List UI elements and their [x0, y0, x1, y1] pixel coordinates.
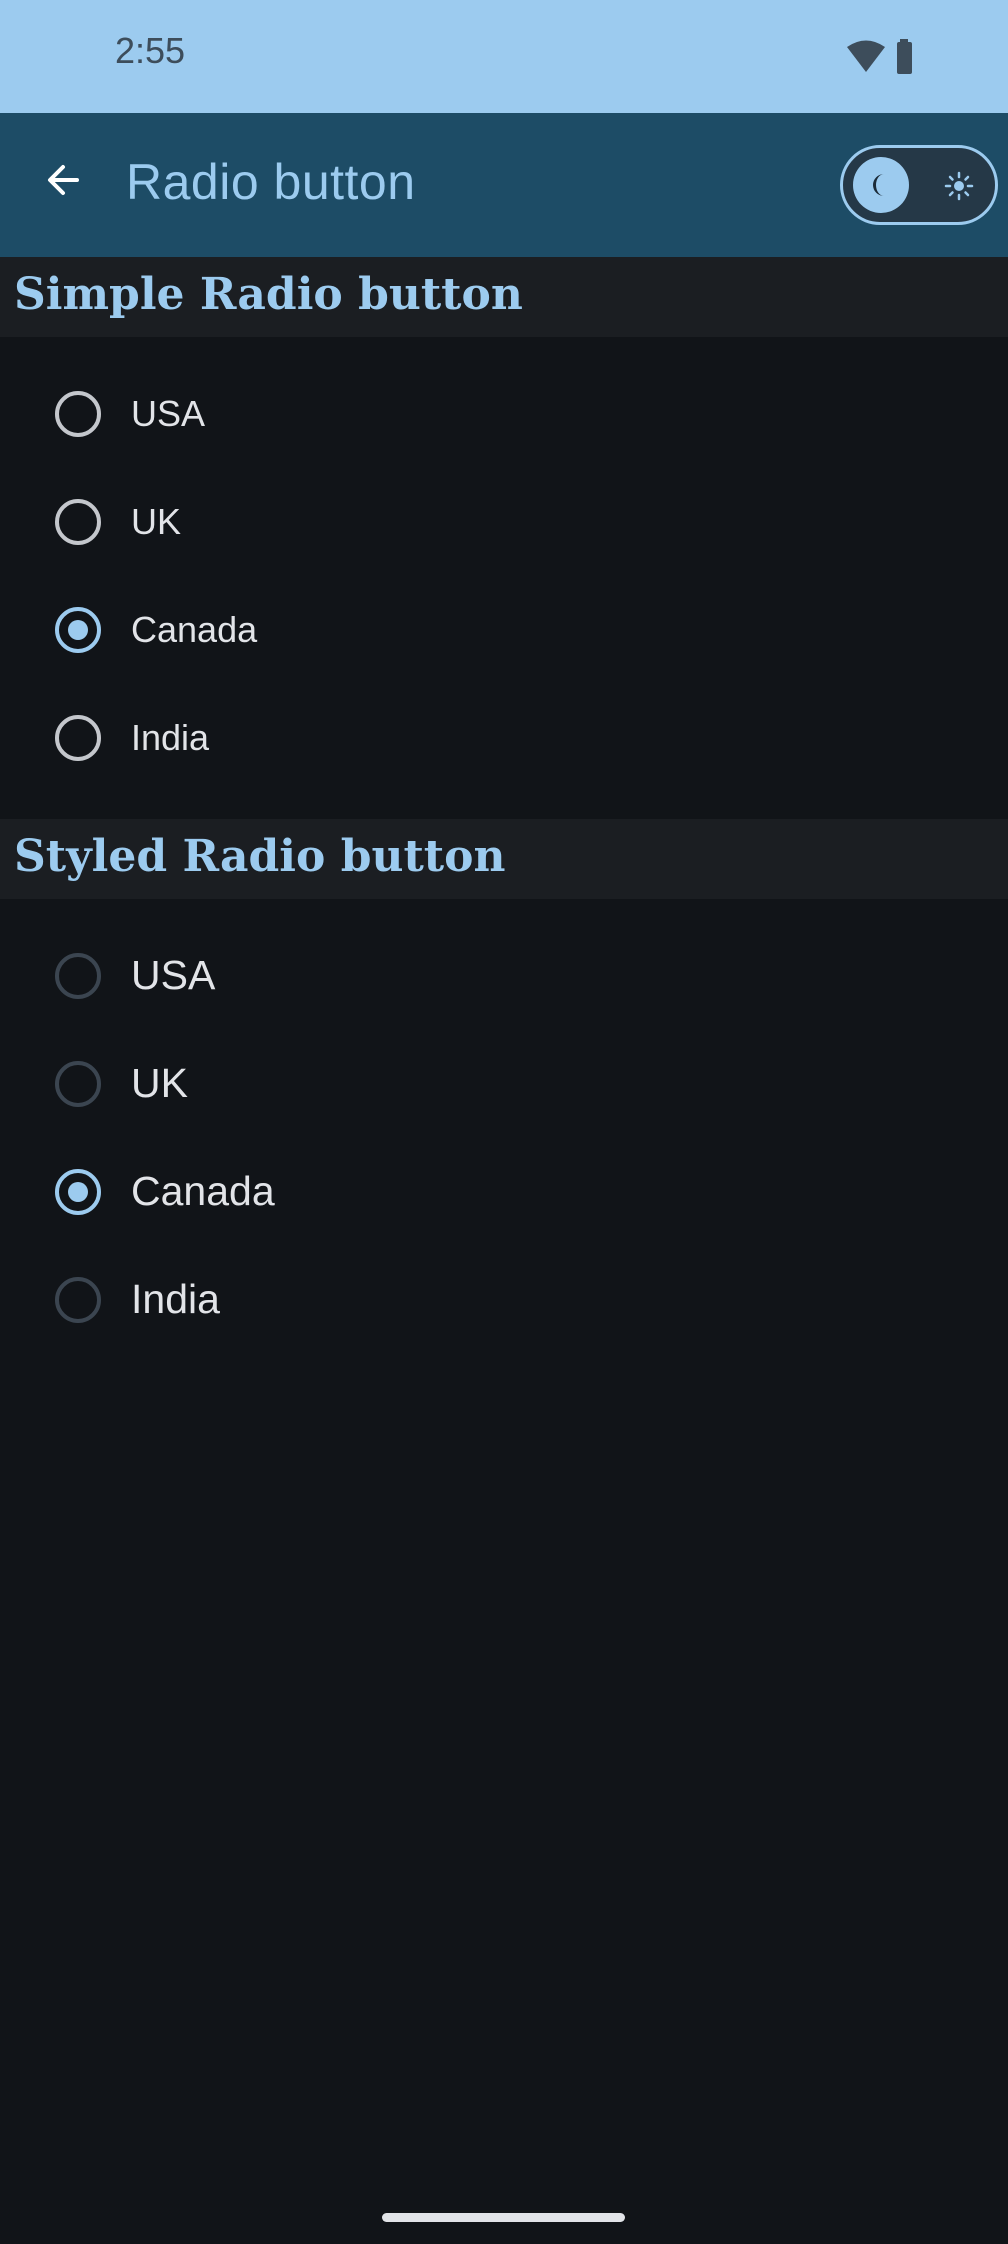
styled-radio-option-india[interactable]: India	[0, 1246, 1008, 1354]
radio-dot	[68, 620, 88, 640]
toggle-knob	[853, 157, 909, 213]
radio-button[interactable]	[55, 391, 101, 437]
wifi-icon	[847, 40, 885, 72]
radio-option-india[interactable]: India	[0, 684, 1008, 792]
radio-option-uk[interactable]: UK	[0, 468, 1008, 576]
styled-radio-option-uk[interactable]: UK	[0, 1030, 1008, 1138]
status-bar: 2:55	[0, 0, 1008, 113]
radio-button-selected[interactable]	[55, 607, 101, 653]
arrow-back-icon	[48, 165, 79, 195]
radio-option-canada[interactable]: Canada	[0, 576, 1008, 684]
radio-label: India	[131, 717, 210, 758]
styled-radio-option-canada[interactable]: Canada	[0, 1138, 1008, 1246]
home-indicator[interactable]	[382, 2213, 625, 2222]
status-icons	[845, 38, 925, 78]
radio-label: UK	[131, 1060, 188, 1106]
page-title: Radio button	[126, 154, 416, 210]
radio-label: USA	[131, 393, 206, 434]
radio-option-usa[interactable]: USA	[0, 360, 1008, 468]
section-header-styled: Styled Radio button	[0, 819, 1008, 899]
radio-label: USA	[131, 952, 216, 998]
moon-icon	[873, 174, 884, 196]
radio-label: Canada	[131, 1168, 275, 1214]
styled-radio-option-usa[interactable]: USA	[0, 922, 1008, 1030]
section-header-simple: Simple Radio button	[0, 257, 1008, 337]
radio-dot	[68, 1182, 88, 1202]
sun-icon	[944, 171, 974, 201]
theme-toggle[interactable]	[840, 145, 998, 225]
radio-button[interactable]	[55, 499, 101, 545]
radio-label: India	[131, 1276, 220, 1322]
section-title: Styled Radio button	[14, 831, 506, 882]
radio-button[interactable]	[55, 1061, 101, 1107]
section-title: Simple Radio button	[14, 269, 523, 320]
back-button[interactable]	[28, 145, 98, 215]
radio-label: UK	[131, 501, 182, 542]
radio-label: Canada	[131, 609, 258, 650]
radio-button[interactable]	[55, 953, 101, 999]
radio-button[interactable]	[55, 715, 101, 761]
battery-icon	[897, 39, 912, 74]
radio-button-selected[interactable]	[55, 1169, 101, 1215]
app-bar: Radio button	[0, 113, 1008, 257]
radio-button[interactable]	[55, 1277, 101, 1323]
status-time: 2:55	[115, 30, 186, 71]
